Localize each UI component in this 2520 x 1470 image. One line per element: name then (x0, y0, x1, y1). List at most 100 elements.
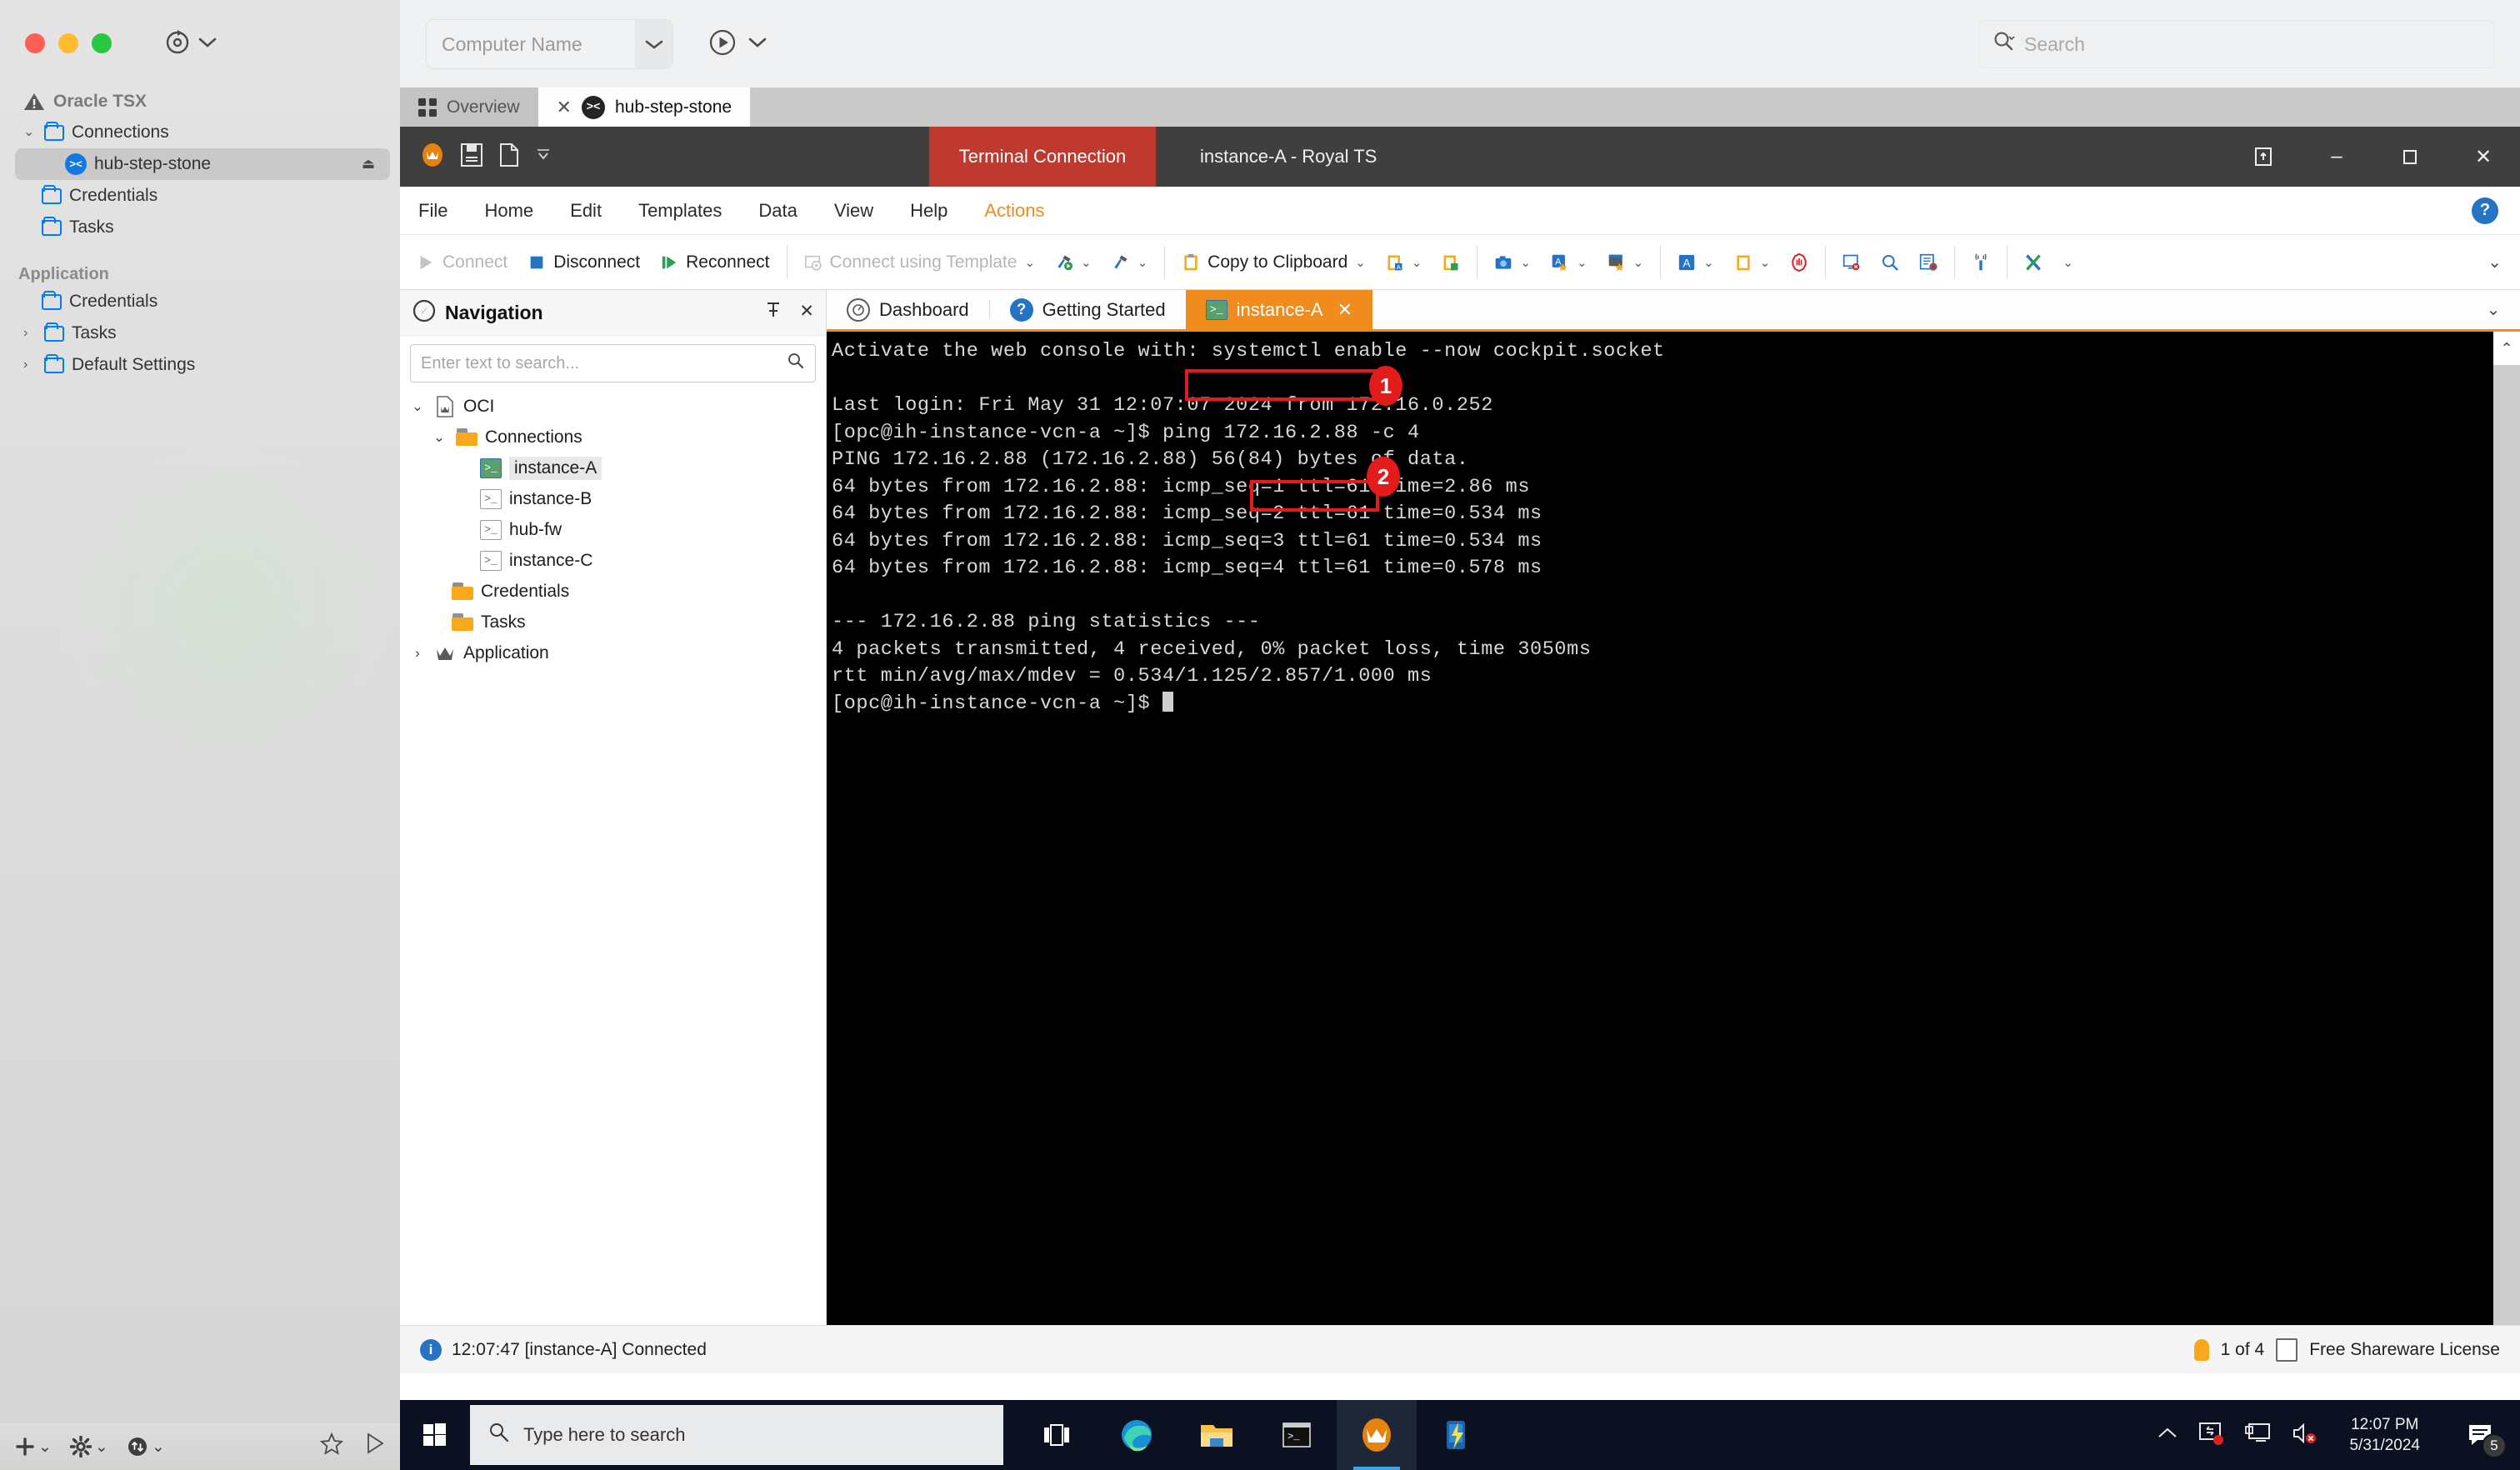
nav-item-instance-a[interactable]: >_ instance-A (400, 452, 826, 483)
chevron-down-icon[interactable]: ⌄ (95, 1438, 108, 1457)
session-tools-button[interactable] (2014, 239, 2052, 286)
doc-tab-getting-started[interactable]: ? Getting Started (990, 290, 1186, 329)
nav-item-oci[interactable]: ⌄ OCI (400, 391, 826, 422)
windows-start-icon[interactable] (400, 1400, 470, 1470)
eject-icon[interactable]: ⏏ (362, 156, 375, 172)
connect-button[interactable]: Connect (407, 239, 518, 286)
chevron-down-icon[interactable]: ⌄ (1703, 255, 1714, 270)
refresh-target-icon[interactable] (163, 28, 192, 57)
remote-app-icon[interactable] (1417, 1400, 1497, 1470)
computer-name-field[interactable]: Computer Name (426, 19, 673, 69)
star-icon[interactable] (319, 1432, 344, 1461)
chevron-down-icon[interactable]: ⌄ (1081, 255, 1092, 270)
close-icon[interactable]: ✕ (1338, 299, 1352, 321)
edge-browser-icon[interactable] (1097, 1400, 1177, 1470)
send-clipboard-button[interactable]: ⌄ (1724, 239, 1781, 286)
add-text-favorite-button[interactable]: A ⌄ (1541, 239, 1598, 286)
mac-tree-item-hub-step-stone[interactable]: >< hub-step-stone ⏏ (15, 148, 390, 180)
close-icon[interactable]: ✕ (2447, 127, 2520, 187)
menu-home[interactable]: Home (466, 187, 552, 235)
mac-tree-item-tasks[interactable]: Tasks (0, 212, 400, 243)
customize-qat-chevron-icon[interactable] (535, 147, 552, 168)
mac-tree-app-default-settings[interactable]: › Default Settings (0, 349, 400, 381)
add-command-favorite-button[interactable]: ⌄ (1598, 239, 1654, 286)
close-icon[interactable]: ✕ (799, 301, 814, 324)
navigation-search-input[interactable]: Enter text to search... (410, 344, 816, 382)
doc-tab-instance-a[interactable]: >_ instance-A ✕ (1185, 290, 1373, 329)
taskbar-clock[interactable]: 12:07 PM 5/31/2024 (2338, 1414, 2432, 1456)
network-transfer-button[interactable]: ⌄ (127, 1436, 165, 1458)
maximize-window-button[interactable] (92, 33, 112, 53)
play-triangle-icon[interactable] (365, 1432, 385, 1461)
chevron-right-icon[interactable]: › (23, 327, 37, 340)
volume-muted-icon[interactable] (2291, 1421, 2319, 1450)
chevron-down-icon[interactable]: ⌄ (430, 429, 448, 446)
mac-tree-item-connections[interactable]: ⌄ Connections (0, 117, 400, 148)
send-text-button[interactable]: A ⌄ (1668, 239, 1724, 286)
royal-ts-icon[interactable] (1337, 1400, 1417, 1470)
network-monitor-icon[interactable] (2244, 1421, 2272, 1450)
ribbon-overflow-button[interactable]: ⌄ (2052, 239, 2083, 286)
menu-view[interactable]: View (816, 187, 892, 235)
vm-tab-hub-step-stone[interactable]: ✕ >< hub-step-stone (538, 88, 751, 127)
connect-using-template-button[interactable]: Connect using Template ⌄ (794, 239, 1046, 286)
search-icon[interactable] (787, 352, 805, 374)
vm-tab-overview[interactable]: Overview (400, 88, 538, 127)
mac-tree-app-credentials[interactable]: Credentials (0, 286, 400, 318)
add-button[interactable]: ⌄ (15, 1437, 52, 1457)
chevron-down-icon[interactable]: ⌄ (2062, 255, 2073, 270)
tab-strip-collapse-icon[interactable]: ⌄ (2467, 290, 2520, 329)
nav-item-credentials[interactable]: Credentials (400, 576, 826, 607)
nav-item-instance-b[interactable]: >_ instance-B (400, 483, 826, 514)
terminal-scrollbar[interactable]: ⌃ (2493, 332, 2520, 1325)
screenshot-button[interactable]: ⌄ (1484, 239, 1541, 286)
minimize-icon[interactable]: – (2300, 127, 2373, 187)
paste-image-button[interactable] (1432, 239, 1470, 286)
lightbulb-icon[interactable] (2193, 1338, 2209, 1361)
chevron-down-icon[interactable] (748, 37, 767, 52)
chevron-down-icon[interactable] (198, 37, 217, 48)
new-document-icon[interactable] (498, 142, 520, 172)
save-icon[interactable] (460, 142, 483, 172)
task-view-icon[interactable] (1017, 1400, 1097, 1470)
chevron-down-icon[interactable]: ⌄ (152, 1438, 165, 1457)
copy-to-clipboard-button[interactable]: Copy to Clipboard ⌄ (1172, 239, 1376, 286)
break-button[interactable] (1780, 239, 1818, 286)
chevron-down-icon[interactable]: ⌄ (408, 398, 427, 415)
chevron-down-icon[interactable]: ⌄ (1138, 255, 1148, 270)
chevron-down-icon[interactable] (635, 20, 672, 68)
doc-tab-dashboard[interactable]: Dashboard (827, 290, 989, 329)
play-circle-icon[interactable] (707, 27, 738, 62)
clear-screen-button[interactable] (1832, 239, 1871, 286)
tools-button[interactable]: ⌄ (1102, 239, 1158, 286)
chevron-down-icon[interactable]: ⌄ (23, 126, 37, 139)
chevron-down-icon[interactable]: ⌄ (1412, 255, 1422, 270)
chevron-down-icon[interactable]: ⌄ (1520, 255, 1531, 270)
nav-item-hub-fw[interactable]: >_ hub-fw (400, 514, 826, 545)
chevron-up-icon[interactable]: ⌃ (2500, 332, 2512, 365)
nav-item-tasks[interactable]: Tasks (400, 607, 826, 638)
help-icon[interactable]: ? (2472, 197, 2498, 224)
chevron-down-icon[interactable]: ⌄ (1355, 255, 1366, 270)
minimize-window-button[interactable] (58, 33, 78, 53)
settings-button[interactable]: ⌄ (69, 1436, 108, 1458)
restore-icon[interactable] (2373, 127, 2447, 187)
nav-item-connections[interactable]: ⌄ Connections (400, 422, 826, 452)
mac-tree-item-credentials[interactable]: Credentials (0, 180, 400, 212)
close-window-button[interactable] (25, 33, 45, 53)
license-label[interactable]: Free Shareware License (2309, 1340, 2500, 1360)
menu-templates[interactable]: Templates (620, 187, 740, 235)
scrollbar-thumb[interactable] (2493, 365, 2520, 1325)
file-explorer-icon[interactable] (1177, 1400, 1257, 1470)
chevron-down-icon[interactable]: ⌄ (38, 1438, 52, 1457)
screen-recording-icon[interactable] (2198, 1421, 2226, 1450)
chevron-right-icon[interactable]: › (23, 358, 37, 372)
pin-icon[interactable] (764, 301, 782, 324)
ribbon-display-options-icon[interactable] (2227, 127, 2300, 187)
mac-tree-app-tasks[interactable]: › Tasks (0, 318, 400, 349)
run-tool-button[interactable]: ⌄ (1045, 239, 1102, 286)
chevron-down-icon[interactable]: ⌄ (1633, 255, 1644, 270)
reconnect-button[interactable]: Reconnect (650, 239, 779, 286)
menu-help[interactable]: Help (892, 187, 966, 235)
vm-start-button[interactable] (707, 27, 767, 62)
